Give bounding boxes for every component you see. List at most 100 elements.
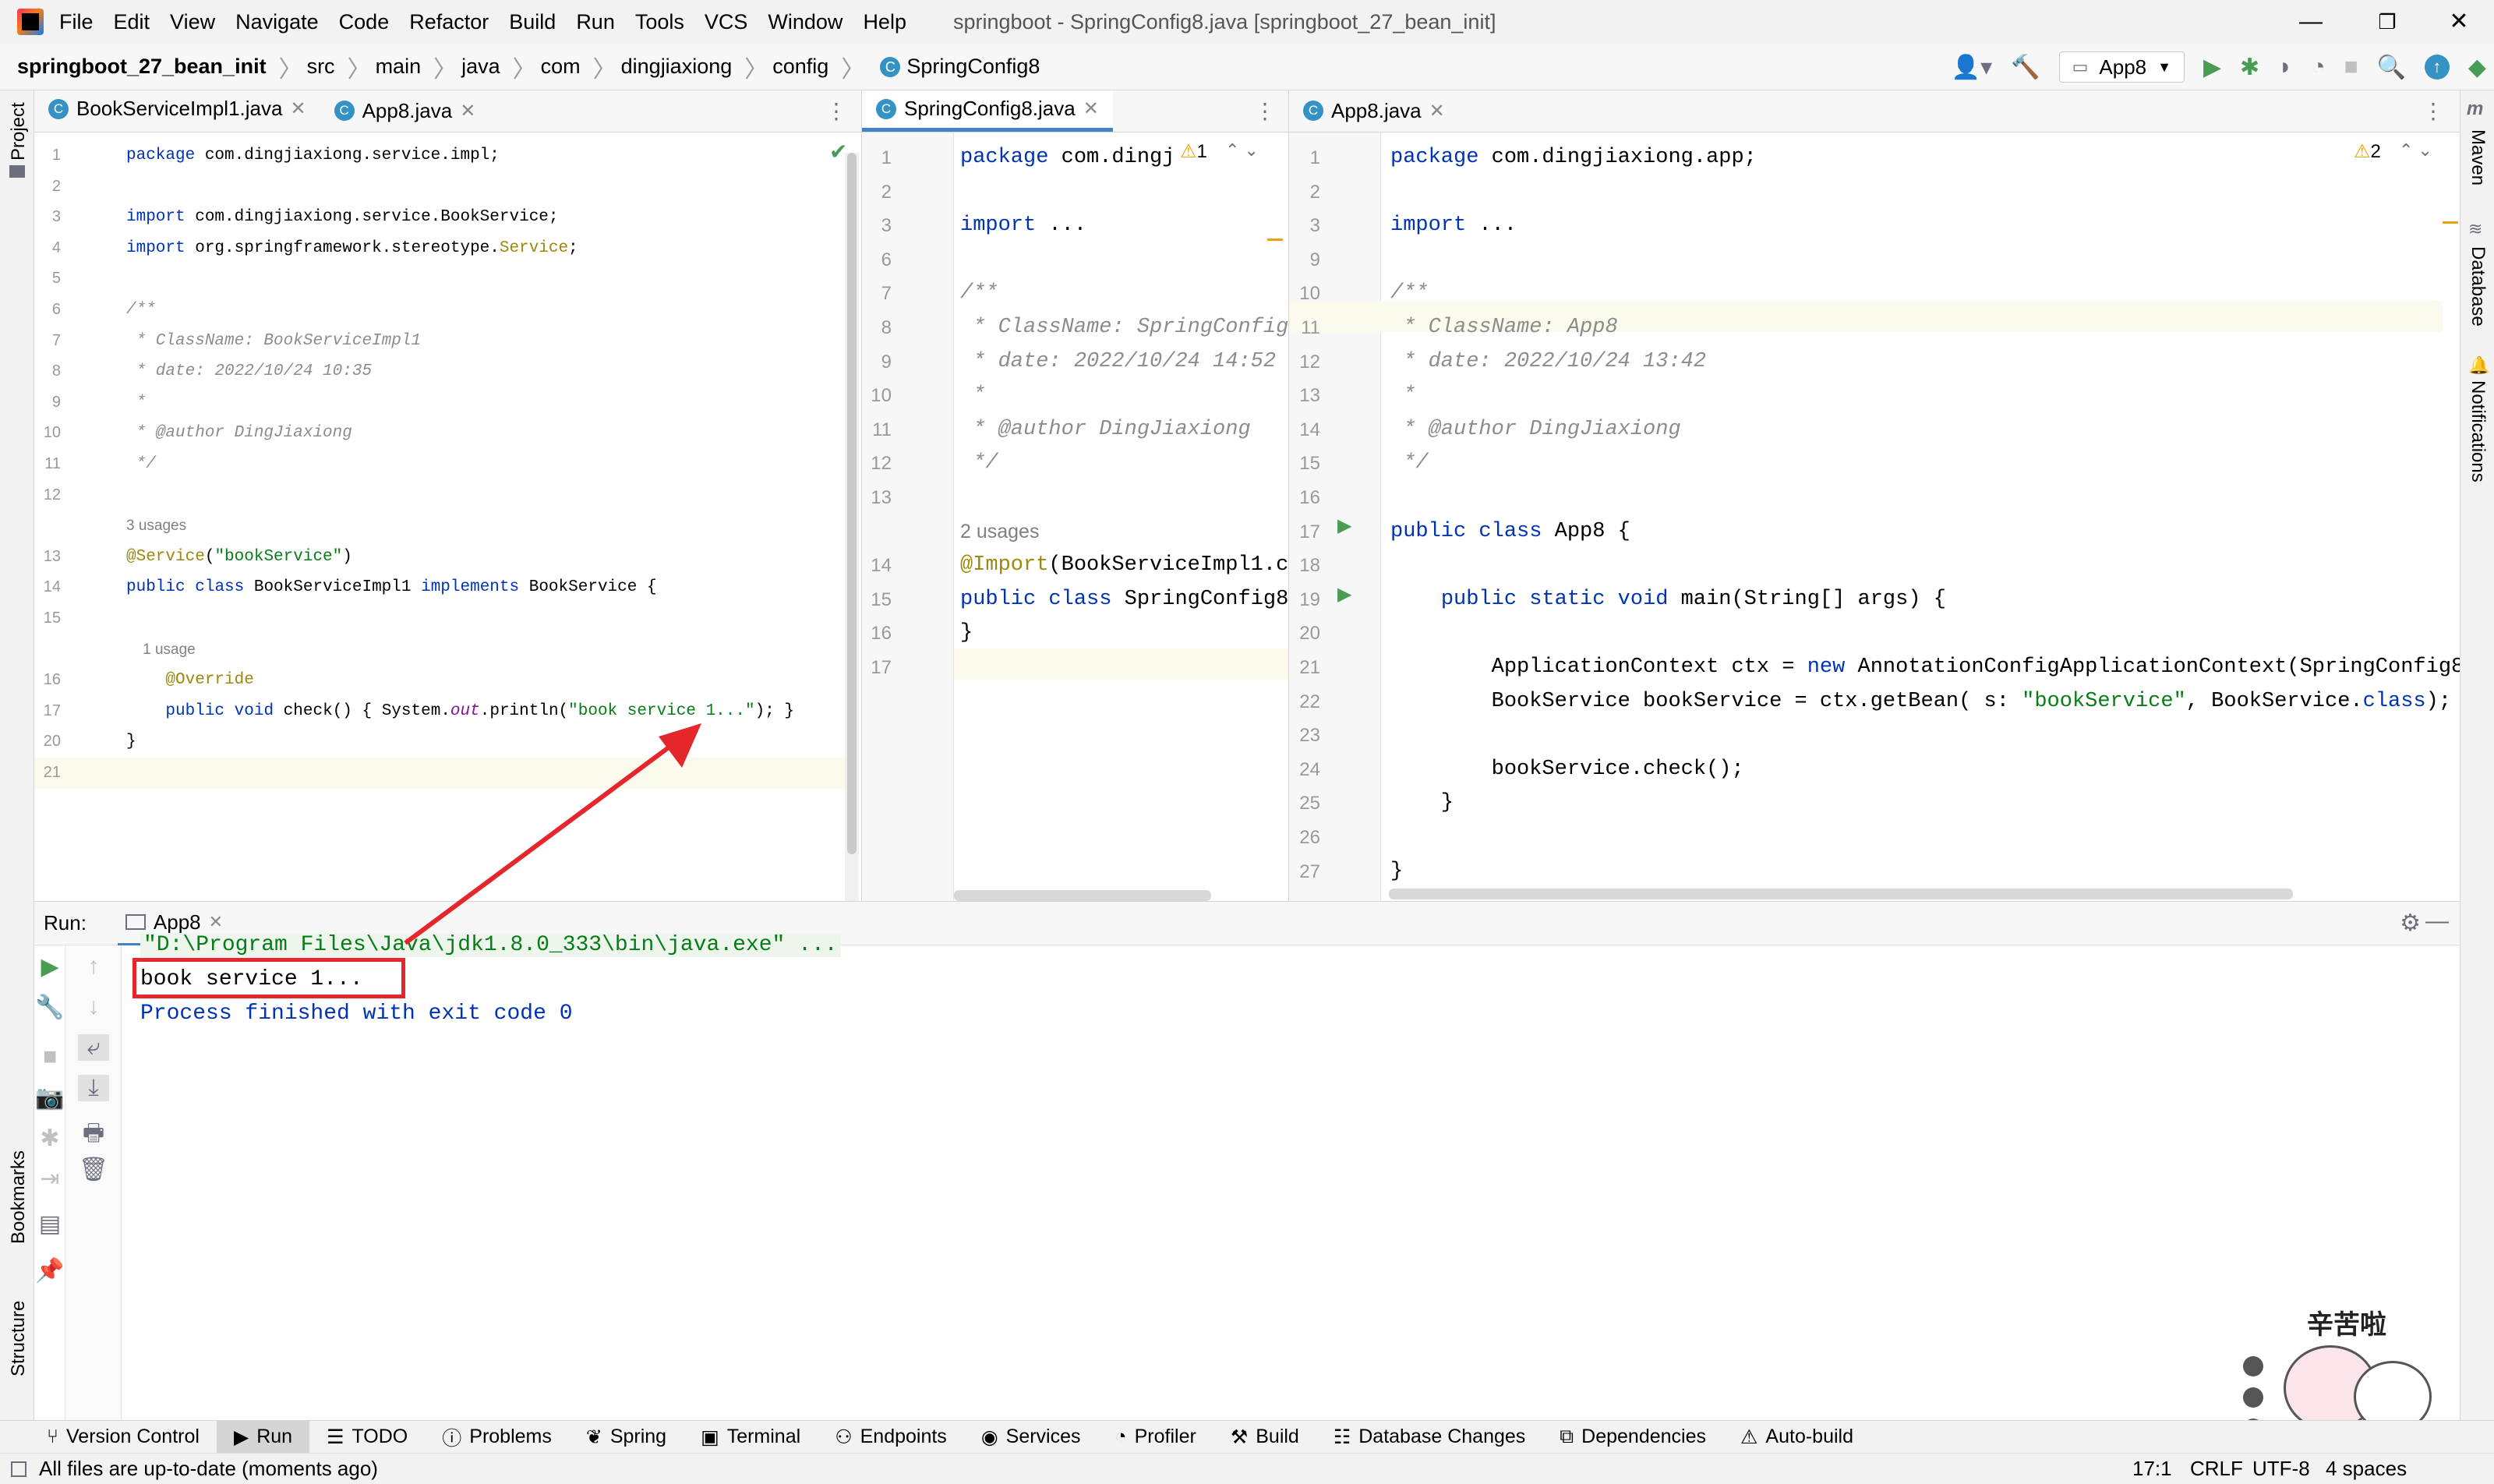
code-line[interactable]: } (1390, 855, 1403, 889)
menu-window[interactable]: Window (768, 10, 843, 34)
code-line[interactable]: package com.dingj (960, 141, 1175, 175)
breadcrumb-dingjiaxiong[interactable]: dingjiaxiong (621, 55, 733, 79)
more-options-icon[interactable]: ⋮ (1254, 98, 1276, 124)
run-configuration-select[interactable]: ▭ App8 ▼ (2058, 51, 2185, 83)
tool-todo[interactable]: ☰ TODO (309, 1421, 425, 1454)
code-line[interactable]: * (960, 379, 985, 413)
menu-run[interactable]: Run (576, 10, 615, 34)
debug-icon[interactable]: ✱ (2240, 54, 2259, 81)
tool-problems[interactable]: ⓘ Problems (425, 1421, 569, 1454)
more-options-icon[interactable]: ⋮ (2422, 98, 2444, 124)
tool-profiler[interactable]: ◔ Profiler (1098, 1421, 1213, 1454)
bookmarks-tool-button[interactable]: Bookmarks (8, 1150, 30, 1244)
chevron-up-icon[interactable]: ⌃ ⌄ (1225, 140, 1259, 161)
code-line[interactable]: package com.dingjiaxiong.app; (1390, 141, 1757, 175)
menu-code[interactable]: Code (339, 10, 390, 34)
line-separator[interactable]: CRLF (2190, 1457, 2243, 1481)
tab-app8[interactable]: C App8.java ✕ (1289, 90, 1459, 132)
debug-icon[interactable]: ✱ (34, 1125, 65, 1152)
tool-version-control[interactable]: ⑂ Version Control (0, 1421, 217, 1454)
scroll-to-end-icon[interactable]: ⤓ (78, 1075, 109, 1101)
breadcrumb-config[interactable]: config (772, 55, 828, 79)
profile-icon[interactable]: ◔ (2311, 54, 2325, 80)
code-line[interactable]: * @author DingJiaxiong (1390, 413, 1680, 447)
code-line[interactable]: 3 usages (126, 511, 186, 542)
run-gutter-icon[interactable]: ▶ (1337, 514, 1351, 537)
stop-icon[interactable]: ■ (2344, 54, 2358, 80)
print-icon[interactable]: 🖶 (78, 1115, 109, 1155)
code-line[interactable]: * ClassName: SpringConfig (960, 311, 1288, 345)
caret-position[interactable]: 17:1 (2132, 1457, 2172, 1481)
tab-app8[interactable]: C App8.java ✕ (320, 90, 490, 132)
code-line[interactable]: @Override (126, 665, 253, 696)
code-line[interactable]: } (1390, 786, 1454, 821)
code-line[interactable]: } (960, 617, 973, 651)
close-window-icon[interactable]: ✕ (2424, 0, 2494, 44)
breadcrumb-springconfig8[interactable]: SpringConfig8 (906, 55, 1040, 79)
breadcrumb-main[interactable]: main (376, 55, 422, 79)
code-line[interactable]: import com.dingjiaxiong.service.BookServ… (126, 202, 559, 233)
menu-build[interactable]: Build (509, 10, 556, 34)
close-icon[interactable]: ✕ (290, 97, 306, 120)
menu-tools[interactable]: Tools (635, 10, 684, 34)
menu-file[interactable]: File (59, 10, 94, 34)
more-options-icon[interactable]: ⋮ (825, 98, 847, 124)
code-line[interactable]: bookService.check(); (1390, 753, 1744, 787)
code-line[interactable]: * ClassName: App8 (1390, 311, 1617, 345)
arrow-up-icon[interactable]: ↑ (78, 953, 109, 980)
tool-terminal[interactable]: ▣ Terminal (684, 1421, 818, 1454)
trash-icon[interactable]: 🗑 (78, 1156, 109, 1183)
tool-spring[interactable]: ❦ Spring (569, 1421, 684, 1454)
notifications-tool-button[interactable]: Notifications (2467, 380, 2489, 482)
search-icon[interactable]: 🔍 (2377, 54, 2406, 81)
menu-help[interactable]: Help (863, 10, 906, 34)
menu-vcs[interactable]: VCS (705, 10, 748, 34)
horizontal-scrollbar[interactable] (954, 890, 1211, 901)
database-tool-button[interactable]: Database (2467, 246, 2489, 327)
minimize-icon[interactable]: — (2276, 0, 2346, 44)
menu-view[interactable]: View (170, 10, 215, 34)
close-icon[interactable]: ✕ (1083, 97, 1099, 120)
code-line[interactable]: import ... (1390, 209, 1517, 243)
close-icon[interactable]: ✕ (1429, 100, 1445, 122)
stop-icon[interactable]: ■ (34, 1044, 65, 1070)
code-line[interactable]: public class BookServiceImpl1 implements… (126, 572, 657, 603)
code-line[interactable]: 1 usage (126, 634, 196, 666)
code-line[interactable]: import org.springframework.stereotype.Se… (126, 233, 578, 264)
tool-endpoints[interactable]: ⚇ Endpoints (818, 1421, 964, 1454)
maven-tool-button[interactable]: Maven (2467, 129, 2489, 186)
code-line[interactable]: /** (1390, 277, 1429, 311)
code-line[interactable]: * date: 2022/10/24 13:42 (1390, 345, 1706, 380)
run-gutter-icon[interactable]: ▶ (1337, 583, 1351, 606)
code-line[interactable]: * date: 2022/10/24 14:52 (960, 345, 1276, 380)
coverage-icon[interactable]: ◗ (2278, 54, 2292, 80)
breadcrumb-java[interactable]: java (461, 55, 500, 79)
menu-navigate[interactable]: Navigate (235, 10, 319, 34)
code-line[interactable]: public class SpringConfig8 (960, 583, 1288, 617)
restore-icon[interactable]: ❐ (2352, 0, 2422, 44)
code-line[interactable]: */ (960, 447, 998, 481)
tab-bookserviceimpl1[interactable]: C BookServiceImpl1.java ✕ (34, 90, 320, 132)
wrench-icon[interactable]: 🔧 (34, 994, 65, 1021)
code-line[interactable]: @Import(BookServiceImpl1.cl (960, 549, 1288, 583)
code-line[interactable]: public class App8 { (1390, 515, 1630, 549)
tool-dependencies[interactable]: ⧉ Dependencies (1542, 1421, 1723, 1454)
minimize-panel-icon[interactable]: — (2425, 908, 2449, 935)
file-encoding[interactable]: UTF-8 (2252, 1457, 2310, 1481)
breadcrumb-com[interactable]: com (541, 55, 581, 79)
tool-services[interactable]: ◉ Services (964, 1421, 1098, 1454)
breadcrumb-project[interactable]: springboot_27_bean_init (17, 55, 267, 79)
tool-auto-build[interactable]: ⚠ Auto-build (1723, 1421, 1870, 1454)
user-icon[interactable]: 👤▾ (1952, 54, 1992, 81)
indent-setting[interactable]: 4 spaces (2326, 1457, 2407, 1481)
code-line[interactable]: */ (126, 449, 156, 480)
camera-icon[interactable]: 📷 (34, 1084, 65, 1111)
code-line[interactable]: BookService bookService = ctx.getBean( s… (1390, 685, 2451, 719)
code-line[interactable]: */ (1390, 447, 1428, 481)
code-line[interactable]: * @author DingJiaxiong (126, 418, 352, 449)
close-icon[interactable]: ✕ (460, 100, 475, 122)
code-line[interactable]: * @author DingJiaxiong (960, 413, 1250, 447)
code-line[interactable]: * (126, 387, 147, 419)
rerun-icon[interactable]: ▶ (34, 953, 65, 980)
tool-run[interactable]: ▶ Run (216, 1420, 310, 1454)
